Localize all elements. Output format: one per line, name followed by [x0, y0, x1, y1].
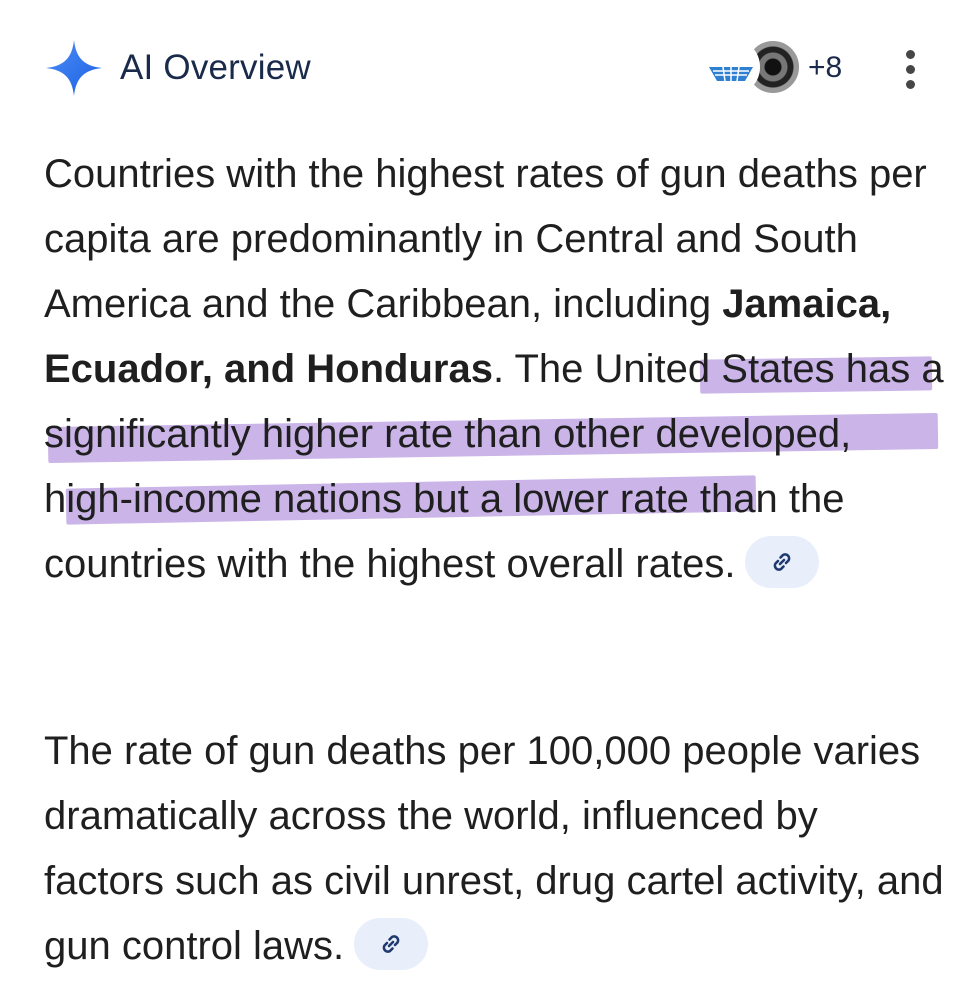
ai-overview-title: AI Overview	[120, 48, 311, 87]
sparkle-icon	[46, 40, 102, 96]
link-icon	[774, 553, 791, 572]
sources-more-count: +8	[808, 51, 843, 84]
overview-paragraph: The rate of gun deaths per 100,000 peopl…	[44, 719, 944, 979]
ai-overview-header: AI Overview +8	[0, 0, 980, 140]
overview-paragraph: Countries with the highest rates of gun …	[44, 142, 944, 597]
sources-button[interactable]: +8	[700, 38, 890, 100]
more-vert-icon[interactable]	[898, 48, 926, 92]
source-link-button[interactable]	[745, 536, 820, 589]
source-avatar-icon	[702, 38, 760, 96]
paragraph-text: .	[492, 347, 515, 391]
source-link-button[interactable]	[354, 918, 429, 971]
paragraph-text: The rate of gun deaths per 100,000 peopl…	[44, 729, 944, 968]
link-icon	[382, 935, 400, 954]
